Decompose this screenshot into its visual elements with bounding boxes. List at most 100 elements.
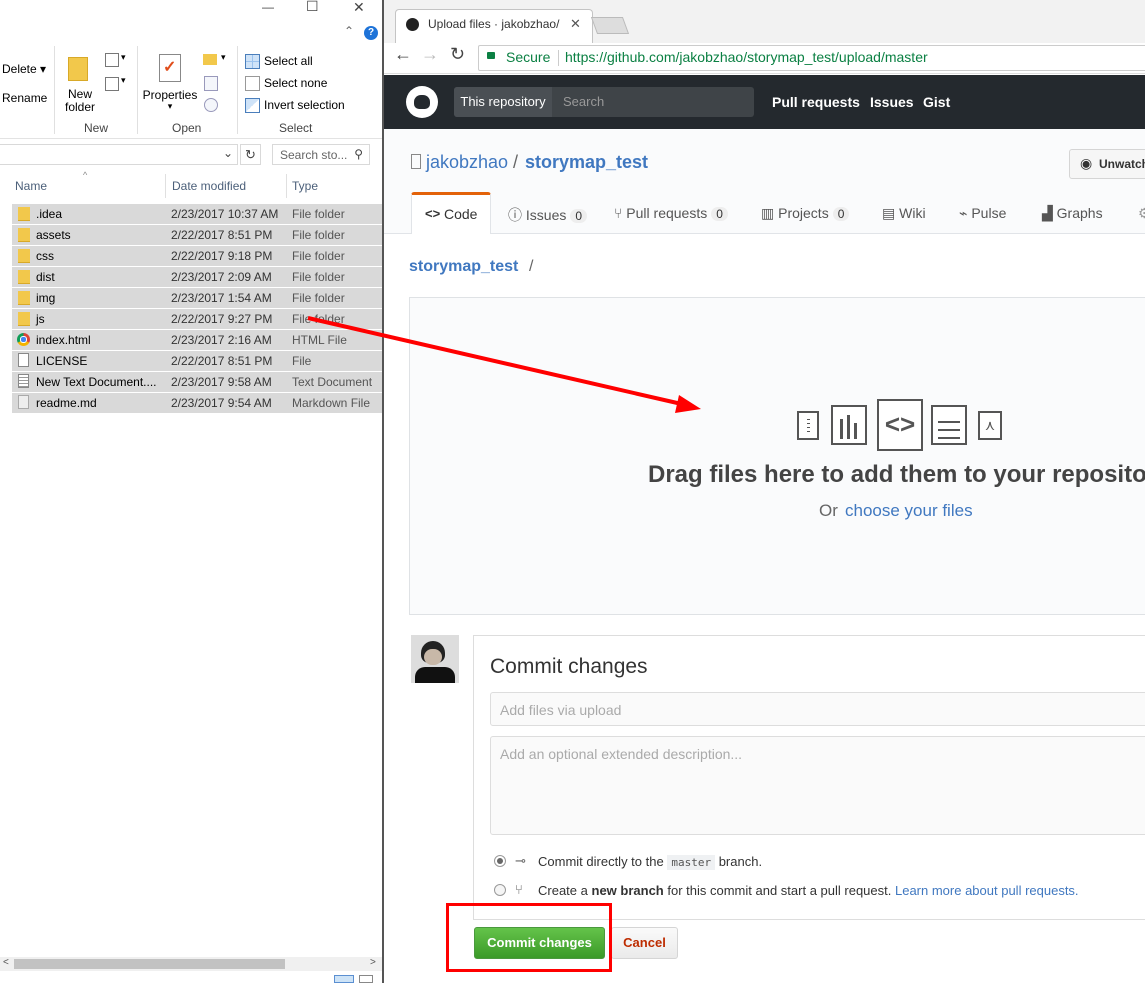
address-bar[interactable]: ⌄: [0, 144, 238, 165]
new-branch-radio[interactable]: [494, 884, 506, 896]
tab-pull-requests[interactable]: ⑂ Pull requests 0: [614, 205, 728, 221]
new-folder-icon: [68, 57, 88, 81]
file-type: File folder: [292, 207, 345, 221]
search-scope[interactable]: This repository Search: [454, 87, 754, 117]
commit-direct-radio[interactable]: [494, 855, 506, 867]
delete-button[interactable]: Delete ▾: [2, 62, 46, 76]
file-explorer-window: — ☐ ✕ ⌃ ? Delete ▾ Rename New folder ▾ ▾…: [0, 0, 382, 983]
tab-pulse-label: Pulse: [971, 205, 1007, 221]
github-search-placeholder: Search: [563, 94, 605, 109]
file-date: 2/22/2017 9:18 PM: [171, 249, 273, 263]
scroll-left-icon[interactable]: <: [3, 957, 9, 968]
file-row[interactable]: LICENSE 2/22/2017 8:51 PM File: [12, 351, 382, 371]
path-repo-link[interactable]: storymap_test: [409, 258, 518, 276]
unwatch-button[interactable]: ◉ Unwatch: [1069, 149, 1145, 179]
tab-wiki[interactable]: ▤ Wiki: [882, 205, 926, 222]
new-folder-button[interactable]: New folder: [60, 88, 100, 114]
browser-tab-active[interactable]: Upload files · jakobzhao/ ✕: [395, 9, 593, 44]
minimize-button[interactable]: —: [262, 0, 274, 14]
properties-icon: ✓: [159, 54, 181, 82]
easy-access-icon[interactable]: [105, 77, 119, 91]
column-divider[interactable]: [286, 174, 287, 198]
commit-summary-input[interactable]: Add files via upload: [490, 692, 1145, 726]
file-row[interactable]: .idea 2/23/2017 10:37 AM File folder: [12, 204, 382, 224]
search-box[interactable]: Search sto... ⚲: [272, 144, 370, 165]
rename-button[interactable]: Rename: [2, 91, 47, 105]
commit-description-placeholder: Add an optional extended description...: [500, 746, 743, 762]
collapse-ribbon-icon[interactable]: ⌃: [344, 24, 354, 38]
open-dropdown-icon[interactable]: ▾: [221, 52, 226, 63]
large-icons-view-icon[interactable]: [359, 975, 373, 983]
text-file-icon: [18, 374, 29, 388]
reload-icon[interactable]: ↻: [450, 44, 465, 65]
branch-icon: ⑂: [515, 882, 523, 897]
secure-label: Secure: [506, 49, 551, 65]
file-row[interactable]: index.html 2/23/2017 2:16 AM HTML File: [12, 330, 382, 350]
refresh-button[interactable]: ↻: [240, 144, 261, 165]
properties-button[interactable]: Properties ▾: [142, 88, 198, 111]
history-icon[interactable]: [204, 98, 218, 112]
tab-issues[interactable]: ⓘ Issues 0: [508, 205, 588, 225]
lock-icon: [487, 52, 495, 59]
select-all-button[interactable]: Select all: [264, 54, 313, 68]
file-row[interactable]: dist 2/23/2017 2:09 AM File folder: [12, 267, 382, 287]
tab-graphs-label: Graphs: [1056, 205, 1103, 221]
properties-dropdown-icon: ▾: [167, 101, 173, 111]
help-icon[interactable]: ?: [364, 26, 378, 40]
file-name: js: [36, 312, 45, 326]
nav-pull-requests[interactable]: Pull requests: [772, 94, 860, 110]
tab-graphs[interactable]: ▟ Graphs: [1042, 205, 1103, 222]
horizontal-scrollbar[interactable]: < >: [0, 957, 382, 971]
details-view-icon[interactable]: [334, 975, 354, 983]
scroll-right-icon[interactable]: >: [370, 957, 376, 968]
commit-icon: ⊸: [515, 853, 526, 868]
nav-gist[interactable]: Gist: [923, 94, 950, 110]
commit-direct-option[interactable]: Commit directly to the master branch.: [538, 854, 762, 870]
column-header-date[interactable]: Date modified: [172, 179, 246, 193]
omnibox[interactable]: Secure https://github.com/jakobzhao/stor…: [478, 45, 1145, 71]
file-drop-zone[interactable]: [409, 297, 1145, 615]
edit-icon[interactable]: [204, 76, 218, 91]
commit-description-textarea[interactable]: Add an optional extended description...: [490, 736, 1145, 835]
file-row[interactable]: js 2/22/2017 9:27 PM File folder: [12, 309, 382, 329]
forward-icon[interactable]: →: [421, 44, 439, 65]
easy-access-dropdown-icon[interactable]: ▾: [121, 75, 126, 86]
repo-name-link[interactable]: storymap_test: [525, 152, 648, 173]
file-row[interactable]: assets 2/22/2017 8:51 PM File folder: [12, 225, 382, 245]
tab-close-icon[interactable]: ✕: [570, 16, 581, 32]
file-date: 2/23/2017 9:58 AM: [171, 375, 272, 389]
choose-files-link[interactable]: choose your files: [845, 501, 973, 521]
new-branch-option[interactable]: Create a new branch for this commit and …: [538, 883, 1079, 898]
learn-more-link[interactable]: Learn more about pull requests.: [895, 883, 1079, 898]
repo-owner-link[interactable]: jakobzhao: [426, 152, 508, 173]
github-logo-icon[interactable]: [406, 86, 438, 118]
tab-projects[interactable]: ▥ Projects 0: [761, 205, 850, 222]
file-date: 2/22/2017 9:27 PM: [171, 312, 273, 326]
open-folder-icon[interactable]: [203, 54, 217, 65]
back-icon[interactable]: ←: [394, 44, 412, 65]
tab-code[interactable]: <> Code: [411, 192, 491, 234]
scrollbar-thumb[interactable]: [14, 959, 285, 969]
column-header-name[interactable]: Name: [15, 179, 47, 193]
file-row[interactable]: img 2/23/2017 1:54 AM File folder: [12, 288, 382, 308]
file-name: New Text Document....: [36, 375, 157, 389]
nav-issues[interactable]: Issues: [870, 94, 914, 110]
close-button[interactable]: ✕: [353, 0, 365, 16]
invert-selection-button[interactable]: Invert selection: [264, 98, 345, 112]
column-header-type[interactable]: Type: [292, 179, 318, 193]
new-item-dropdown-icon[interactable]: ▾: [121, 52, 126, 63]
settings-gear-icon[interactable]: ⚙: [1138, 205, 1145, 222]
file-row[interactable]: readme.md 2/23/2017 9:54 AM Markdown File: [12, 393, 382, 413]
new-tab-button[interactable]: [590, 17, 630, 34]
column-divider[interactable]: [165, 174, 166, 198]
column-headers: ^ Name Date modified Type: [0, 170, 382, 200]
tab-pulse[interactable]: ⌁ Pulse: [959, 205, 1006, 222]
maximize-button[interactable]: ☐: [306, 0, 319, 15]
file-name: .idea: [36, 207, 63, 221]
new-item-icon[interactable]: [105, 53, 119, 67]
chevron-down-icon[interactable]: ⌄: [223, 146, 233, 160]
cancel-button[interactable]: Cancel: [611, 927, 678, 959]
select-none-button[interactable]: Select none: [264, 76, 327, 90]
file-row[interactable]: css 2/22/2017 9:18 PM File folder: [12, 246, 382, 266]
file-row[interactable]: New Text Document.... 2/23/2017 9:58 AM Te…: [12, 372, 382, 392]
